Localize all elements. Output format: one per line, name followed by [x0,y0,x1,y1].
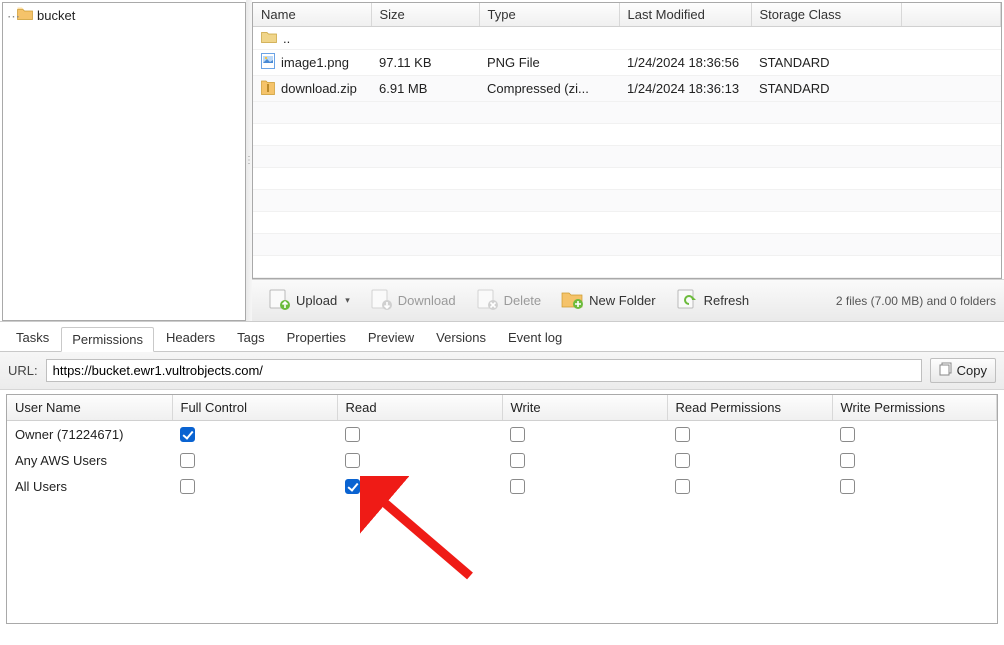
col-name[interactable]: Name [253,3,371,27]
url-label: URL: [8,363,38,378]
upload-icon [268,288,290,313]
file-modified: 1/24/2024 18:36:13 [619,76,751,102]
url-row: URL: Copy [0,352,1004,390]
file-type: Compressed (zi... [479,76,619,102]
new-folder-button[interactable]: New Folder [553,286,663,315]
refresh-button[interactable]: Refresh [668,285,758,316]
tab-properties[interactable]: Properties [277,326,356,351]
file-name: download.zip [281,81,357,96]
checkbox-readp[interactable] [675,427,690,442]
folder-up-icon [261,30,277,46]
tree-item-bucket[interactable]: bucket [17,7,241,23]
status-text: 2 files (7.00 MB) and 0 folders [836,294,996,308]
tab-headers[interactable]: Headers [156,326,225,351]
col-storage[interactable]: Storage Class [751,3,901,27]
file-modified: 1/24/2024 18:36:56 [619,50,751,76]
permissions-table[interactable]: User Name Full Control Read Write Read P… [7,395,997,499]
file-table[interactable]: Name Size Type Last Modified Storage Cla… [253,3,1001,279]
copy-button[interactable]: Copy [930,358,996,383]
checkbox-full[interactable] [180,427,195,442]
upload-button[interactable]: Upload▾ [260,285,358,316]
perm-col-writep[interactable]: Write Permissions [832,395,997,421]
perm-row[interactable]: Any AWS Users [7,447,997,473]
checkbox-read[interactable] [345,427,360,442]
file-size: 6.91 MB [371,76,479,102]
tab-tasks[interactable]: Tasks [6,326,59,351]
checkbox-writep[interactable] [840,453,855,468]
perm-col-read[interactable]: Read [337,395,502,421]
bucket-tree[interactable]: ⋯ bucket [2,2,246,321]
tree-item-label: bucket [37,8,75,23]
perm-user: All Users [7,473,172,499]
perm-row[interactable]: Owner (71224671) [7,421,997,448]
checkbox-write[interactable] [510,427,525,442]
copy-icon [939,362,953,379]
perm-col-full[interactable]: Full Control [172,395,337,421]
refresh-icon [676,288,698,313]
checkbox-writep[interactable] [840,479,855,494]
tab-tags[interactable]: Tags [227,326,274,351]
checkbox-full[interactable] [180,479,195,494]
file-size: 97.11 KB [371,50,479,76]
file-toolbar: Upload▾ Download Delete New Folder Refre… [252,279,1004,321]
delete-icon [476,288,498,313]
chevron-down-icon: ▾ [345,295,350,306]
url-input[interactable] [46,359,922,382]
col-spacer [901,3,1001,27]
zip-file-icon [261,79,275,98]
download-icon [370,288,392,313]
checkbox-writep[interactable] [840,427,855,442]
tab-eventlog[interactable]: Event log [498,326,572,351]
tab-permissions[interactable]: Permissions [61,327,154,352]
tab-versions[interactable]: Versions [426,326,496,351]
perm-col-readp[interactable]: Read Permissions [667,395,832,421]
perm-user: Owner (71224671) [7,421,172,448]
parent-folder-row[interactable]: .. [261,30,993,46]
file-storage: STANDARD [751,76,901,102]
image-file-icon [261,53,275,72]
col-size[interactable]: Size [371,3,479,27]
table-row[interactable]: image1.png 97.11 KBPNG File1/24/2024 18:3… [253,50,1001,76]
checkbox-readp[interactable] [675,453,690,468]
checkbox-full[interactable] [180,453,195,468]
checkbox-write[interactable] [510,479,525,494]
table-row[interactable]: download.zip 6.91 MBCompressed (zi...1/24… [253,76,1001,102]
perm-col-user[interactable]: User Name [7,395,172,421]
col-type[interactable]: Type [479,3,619,27]
file-name: image1.png [281,55,349,70]
folder-icon [17,7,33,23]
perm-col-write[interactable]: Write [502,395,667,421]
perm-user: Any AWS Users [7,447,172,473]
tree-dots-icon: ⋯ [7,9,19,25]
checkbox-read[interactable] [345,479,360,494]
file-storage: STANDARD [751,50,901,76]
checkbox-readp[interactable] [675,479,690,494]
checkbox-write[interactable] [510,453,525,468]
download-button[interactable]: Download [362,285,464,316]
delete-button[interactable]: Delete [468,285,550,316]
col-modified[interactable]: Last Modified [619,3,751,27]
folder-plus-icon [561,289,583,312]
file-type: PNG File [479,50,619,76]
tab-preview[interactable]: Preview [358,326,424,351]
checkbox-read[interactable] [345,453,360,468]
tab-bar: Tasks Permissions Headers Tags Propertie… [0,322,1004,352]
perm-row[interactable]: All Users [7,473,997,499]
